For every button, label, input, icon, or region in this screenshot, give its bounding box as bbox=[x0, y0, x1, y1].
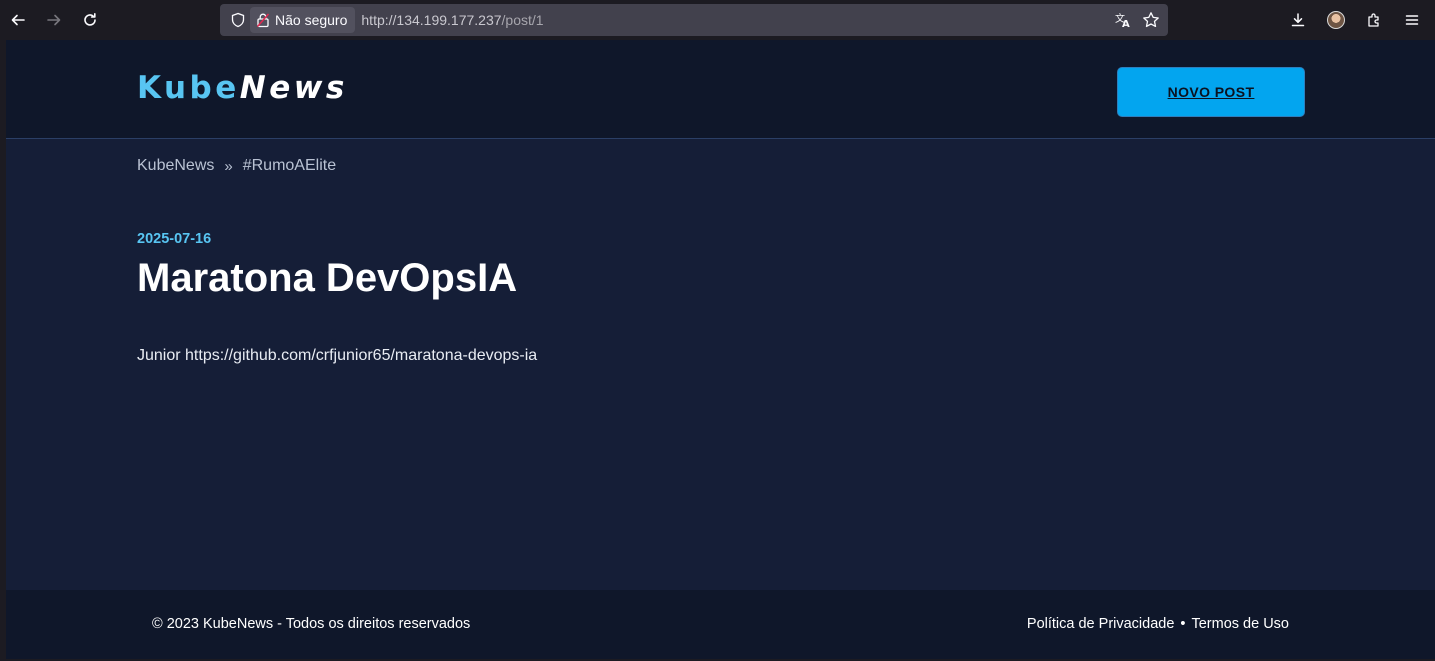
star-icon[interactable] bbox=[1140, 9, 1162, 31]
site-footer: © 2023 KubeNews - Todos os direitos rese… bbox=[6, 590, 1435, 659]
shield-icon[interactable] bbox=[228, 12, 248, 28]
post-body: Junior https://github.com/crfjunior65/ma… bbox=[137, 347, 538, 364]
breadcrumb-current: #RumoAElite bbox=[242, 157, 337, 174]
post-title: Maratona DevOpsIA bbox=[137, 256, 518, 300]
url-bar-actions: 文A bbox=[1112, 4, 1162, 36]
toolbar-actions bbox=[1281, 4, 1429, 36]
arrow-right-icon bbox=[47, 14, 61, 26]
privacy-policy-link[interactable]: Política de Privacidade bbox=[1027, 616, 1175, 632]
terms-of-use-link[interactable]: Termos de Uso bbox=[1191, 616, 1289, 632]
url-host: http://134.199.177.237 bbox=[361, 12, 502, 28]
back-button[interactable] bbox=[0, 4, 36, 36]
footer-separator: • bbox=[1180, 616, 1186, 632]
avatar bbox=[1327, 11, 1345, 29]
url-bar[interactable]: Não seguro http://134.199.177.237/post/1… bbox=[220, 4, 1168, 36]
lock-insecure-icon bbox=[256, 13, 270, 28]
translate-icon[interactable]: 文A bbox=[1112, 9, 1134, 31]
site-logo[interactable]: KubeNews bbox=[137, 70, 348, 106]
site-header: KubeNews NOVO POST bbox=[6, 40, 1435, 139]
logo-news: News bbox=[239, 70, 348, 106]
breadcrumb-separator: » bbox=[224, 157, 233, 175]
new-post-button[interactable]: NOVO POST bbox=[1117, 67, 1305, 117]
footer-links: Política de Privacidade • Termos de Uso bbox=[1027, 616, 1289, 632]
page-viewport: KubeNews NOVO POST KubeNews » #RumoAElit… bbox=[6, 40, 1435, 659]
arrow-left-icon bbox=[11, 14, 25, 26]
url-path: /post/1 bbox=[501, 12, 544, 28]
breadcrumb: KubeNews » #RumoAElite bbox=[137, 157, 336, 175]
forward-button[interactable] bbox=[36, 4, 72, 36]
url-text[interactable]: http://134.199.177.237/post/1 bbox=[361, 12, 543, 28]
reload-icon bbox=[84, 13, 96, 26]
puzzle-icon[interactable] bbox=[1357, 4, 1391, 36]
breadcrumb-home[interactable]: KubeNews bbox=[137, 157, 214, 175]
security-label: Não seguro bbox=[275, 12, 348, 28]
post-date: 2025-07-16 bbox=[137, 231, 212, 247]
copyright-text: © 2023 KubeNews - Todos os direitos rese… bbox=[152, 616, 471, 632]
logo-kube: Kube bbox=[137, 70, 240, 106]
download-icon[interactable] bbox=[1281, 4, 1315, 36]
account-button[interactable] bbox=[1319, 4, 1353, 36]
browser-toolbar: Não seguro http://134.199.177.237/post/1… bbox=[0, 0, 1435, 40]
security-indicator[interactable]: Não seguro bbox=[250, 7, 356, 33]
reload-button[interactable] bbox=[72, 4, 108, 36]
hamburger-menu-icon[interactable] bbox=[1395, 4, 1429, 36]
svg-text:A: A bbox=[1122, 19, 1130, 29]
